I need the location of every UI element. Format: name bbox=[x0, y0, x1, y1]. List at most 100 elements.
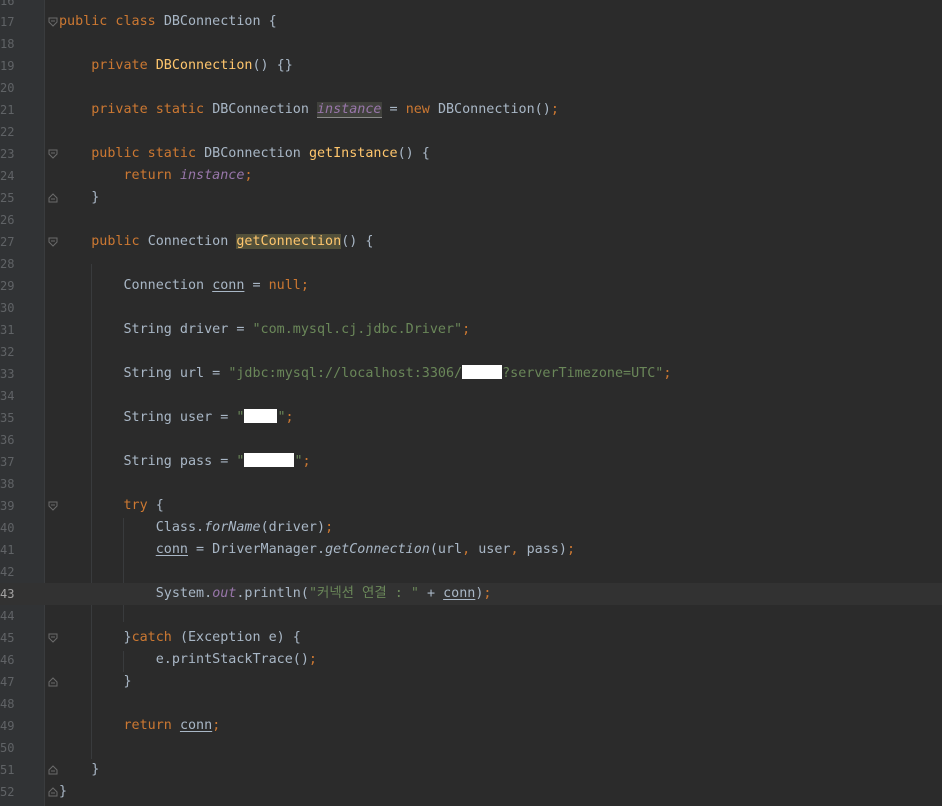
code-line: 33 String url = "jdbc:mysql://localhost:… bbox=[0, 363, 942, 385]
line-number: 52 bbox=[0, 785, 15, 799]
code-line: 19 private DBConnection() {} bbox=[0, 55, 942, 77]
code-line: 37 String pass = " "; bbox=[0, 451, 942, 473]
fold-close-icon[interactable] bbox=[48, 787, 58, 797]
code-text[interactable]: return conn; bbox=[59, 715, 221, 737]
line-number: 22 bbox=[0, 125, 15, 139]
fold-close-icon[interactable] bbox=[48, 765, 58, 775]
code-line: 35 String user = " "; bbox=[0, 407, 942, 429]
code-text[interactable]: String pass = " "; bbox=[59, 451, 311, 473]
code-text[interactable]: return instance; bbox=[59, 165, 253, 187]
code-line: 21 private static DBConnection instance … bbox=[0, 99, 942, 121]
code-text[interactable]: private DBConnection() {} bbox=[59, 55, 293, 77]
code-text[interactable]: String url = "jdbc:mysql://localhost:330… bbox=[59, 363, 671, 385]
fold-close-icon[interactable] bbox=[48, 677, 58, 687]
line-number: 36 bbox=[0, 433, 15, 447]
code-text[interactable]: Class.forName(driver); bbox=[59, 517, 333, 539]
code-text[interactable]: }catch (Exception e) { bbox=[59, 627, 300, 649]
line-number: 20 bbox=[0, 81, 15, 95]
code-text[interactable]: } bbox=[59, 187, 99, 209]
fold-open-icon[interactable] bbox=[48, 501, 58, 511]
code-line: 27 public Connection getConnection() { bbox=[0, 231, 942, 253]
code-line: 20 bbox=[0, 77, 942, 99]
line-number: 25 bbox=[0, 191, 15, 205]
code-line: 30 bbox=[0, 297, 942, 319]
code-line: 28 bbox=[0, 253, 942, 275]
fold-open-icon[interactable] bbox=[48, 633, 58, 643]
line-number: 47 bbox=[0, 675, 15, 689]
line-number: 49 bbox=[0, 719, 15, 733]
code-line: 52 } bbox=[0, 781, 942, 803]
code-line: 31 String driver = "com.mysql.cj.jdbc.Dr… bbox=[0, 319, 942, 341]
code-editor[interactable]: 16 17 public class DBConnection { 18 19 … bbox=[0, 0, 942, 806]
code-text[interactable]: private static DBConnection instance = n… bbox=[59, 99, 559, 121]
code-line: 26 bbox=[0, 209, 942, 231]
current-code-line: 43 System.out.println("커넥션 연결 : " + conn… bbox=[0, 583, 942, 605]
line-number: 27 bbox=[0, 235, 15, 249]
code-text[interactable]: public static DBConnection getInstance()… bbox=[59, 143, 430, 165]
code-line: 46 e.printStackTrace(); bbox=[0, 649, 942, 671]
line-number: 34 bbox=[0, 389, 15, 403]
fold-open-icon[interactable] bbox=[48, 237, 58, 247]
line-number: 24 bbox=[0, 169, 15, 183]
code-line: 40 Class.forName(driver); bbox=[0, 517, 942, 539]
code-text[interactable]: } bbox=[59, 671, 131, 693]
fold-close-icon[interactable] bbox=[48, 193, 58, 203]
code-text[interactable]: public class DBConnection { bbox=[59, 11, 277, 33]
code-line: 29 Connection conn = null; bbox=[0, 275, 942, 297]
code-line: 48 bbox=[0, 693, 942, 715]
redaction-box bbox=[462, 365, 503, 379]
fold-open-icon[interactable] bbox=[48, 17, 58, 27]
line-number: 31 bbox=[0, 323, 15, 337]
line-number: 29 bbox=[0, 279, 15, 293]
code-text[interactable]: String user = " "; bbox=[59, 407, 294, 429]
line-number: 50 bbox=[0, 741, 15, 755]
line-number: 26 bbox=[0, 213, 15, 227]
redaction-box bbox=[244, 453, 295, 467]
code-text[interactable]: System.out.println("커넥션 연결 : " + conn); bbox=[59, 583, 492, 605]
line-number: 17 bbox=[0, 15, 15, 29]
line-number: 39 bbox=[0, 499, 15, 513]
code-text[interactable]: try { bbox=[59, 495, 164, 517]
code-line: 34 bbox=[0, 385, 942, 407]
line-number: 35 bbox=[0, 411, 15, 425]
line-number: 37 bbox=[0, 455, 15, 469]
code-line: 51 } bbox=[0, 759, 942, 781]
line-number: 40 bbox=[0, 521, 15, 535]
code-text[interactable]: Connection conn = null; bbox=[59, 275, 308, 297]
code-line: 18 bbox=[0, 33, 942, 55]
code-line: 41 conn = DriverManager.getConnection(ur… bbox=[0, 539, 942, 561]
code-text[interactable]: public Connection getConnection() { bbox=[59, 231, 373, 253]
code-text[interactable]: } bbox=[59, 759, 99, 781]
code-line: 50 bbox=[0, 737, 942, 759]
line-number: 46 bbox=[0, 653, 15, 667]
code-text[interactable]: conn = DriverManager.getConnection(url, … bbox=[59, 539, 575, 561]
code-line: 45 }catch (Exception e) { bbox=[0, 627, 942, 649]
line-number: 30 bbox=[0, 301, 15, 315]
code-text[interactable]: String driver = "com.mysql.cj.jdbc.Drive… bbox=[59, 319, 470, 341]
line-number: 44 bbox=[0, 609, 15, 623]
line-number: 38 bbox=[0, 477, 15, 491]
code-line: 25 } bbox=[0, 187, 942, 209]
code-line: 22 bbox=[0, 121, 942, 143]
code-line: 36 bbox=[0, 429, 942, 451]
code-line: 49 return conn; bbox=[0, 715, 942, 737]
line-number: 48 bbox=[0, 697, 15, 711]
code-line: 44 bbox=[0, 605, 942, 627]
code-text[interactable]: } bbox=[59, 781, 67, 803]
code-line: 42 bbox=[0, 561, 942, 583]
fold-open-icon[interactable] bbox=[48, 149, 58, 159]
line-number: 18 bbox=[0, 37, 15, 51]
code-line: 32 bbox=[0, 341, 942, 363]
line-number: 41 bbox=[0, 543, 15, 557]
line-number: 28 bbox=[0, 257, 15, 271]
code-text[interactable]: e.printStackTrace(); bbox=[59, 649, 317, 671]
line-number: 51 bbox=[0, 763, 15, 777]
line-number: 43 bbox=[0, 587, 15, 601]
line-number: 42 bbox=[0, 565, 15, 579]
code-line: 17 public class DBConnection { bbox=[0, 11, 942, 33]
code-line: 38 bbox=[0, 473, 942, 495]
redaction-box bbox=[244, 409, 278, 423]
line-number: 33 bbox=[0, 367, 15, 381]
code-line: 23 public static DBConnection getInstanc… bbox=[0, 143, 942, 165]
code-line: 47 } bbox=[0, 671, 942, 693]
